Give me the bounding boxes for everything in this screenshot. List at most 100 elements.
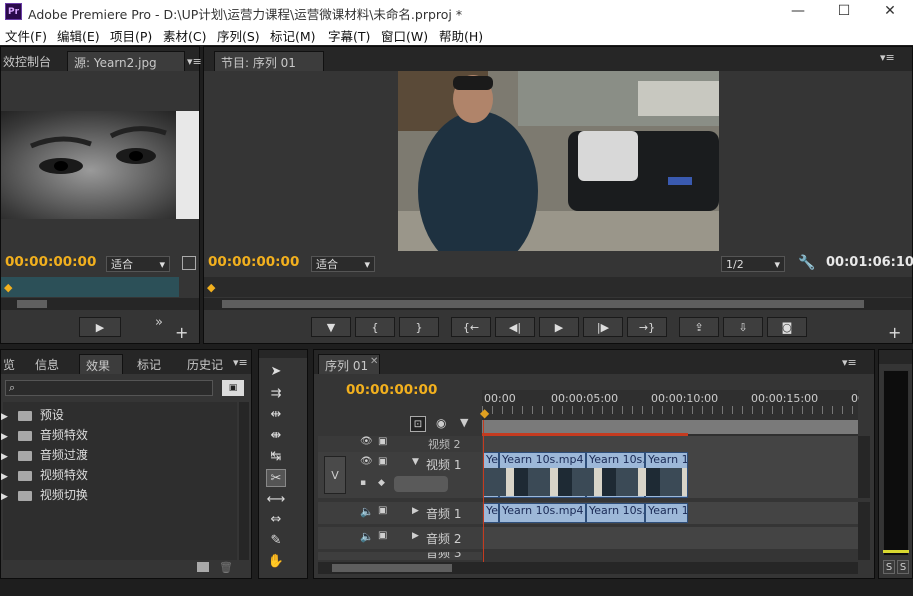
effects-scrollbar[interactable] <box>239 402 249 560</box>
delete-icon[interactable]: 🗑 <box>219 561 233 574</box>
panel-menu-icon[interactable]: ▾≡ <box>233 356 248 369</box>
audio-clip[interactable]: Yearn 10s.m <box>586 503 645 523</box>
eye-icon[interactable]: 👁 <box>360 436 373 447</box>
audio-clip[interactable]: Yearn 10s.mp4 <box>499 503 586 523</box>
source-zoom-scrollbar[interactable] <box>1 298 199 310</box>
resolution-select[interactable]: 1/2 ▾ <box>721 256 785 272</box>
playhead-icon[interactable]: ◆ <box>480 406 489 420</box>
mark-in-button[interactable]: { <box>355 317 395 337</box>
tab-info[interactable]: 信息 <box>29 354 65 374</box>
chevron-down-icon[interactable]: ▼ <box>412 457 419 467</box>
rate-stretch-tool-icon[interactable]: ↹ <box>266 447 286 465</box>
source-add-button[interactable]: + <box>175 323 188 342</box>
menu-sequence[interactable]: 序列(S) <box>217 26 260 45</box>
step-back-button[interactable]: ◀| <box>495 317 535 337</box>
work-area-bar[interactable] <box>482 420 858 434</box>
marker-icon[interactable]: ▼ <box>460 416 468 429</box>
program-timecode[interactable]: 00:00:00:00 <box>208 254 299 270</box>
menu-edit[interactable]: 编辑(E) <box>57 26 100 45</box>
menu-help[interactable]: 帮助(H) <box>439 26 483 45</box>
effects-search-input[interactable]: ⌕ <box>5 380 213 396</box>
razor-tool-icon[interactable]: ✂ <box>266 469 286 487</box>
close-tab-icon[interactable]: ✕ <box>370 356 378 367</box>
wrench-icon[interactable]: 🔧 <box>798 255 815 271</box>
menu-project[interactable]: 项目(P) <box>110 26 152 45</box>
tab-media-browser[interactable]: 览 <box>0 354 21 374</box>
source-play-button[interactable]: ▶ <box>79 317 121 337</box>
tab-source[interactable]: 源: Yearn2.jpg <box>67 51 185 71</box>
panel-menu-icon[interactable]: ▾≡ <box>842 356 857 369</box>
minimize-button[interactable]: — <box>776 1 820 21</box>
export-frame-button[interactable]: ◙ <box>767 317 807 337</box>
hand-tool-icon[interactable]: ✋ <box>266 552 286 570</box>
new-bin-icon[interactable] <box>197 562 209 572</box>
close-button[interactable]: ✕ <box>868 1 912 21</box>
program-mini-timeline[interactable] <box>204 277 912 297</box>
chevron-right-icon[interactable]: ▶ <box>412 506 419 516</box>
menu-clip[interactable]: 素材(C) <box>163 26 206 45</box>
ripple-edit-tool-icon[interactable]: ⇹ <box>266 405 286 423</box>
track-select-tool-icon[interactable]: ⇉ <box>266 384 286 402</box>
display-style-icon[interactable]: ▪ <box>360 478 366 488</box>
program-add-button[interactable]: + <box>888 323 901 342</box>
track-lane-v2[interactable] <box>482 436 858 452</box>
audio-clip[interactable]: Ye <box>483 503 499 523</box>
panel-menu-icon[interactable]: ▾≡ <box>880 51 895 64</box>
solo-left-button[interactable]: S <box>883 560 895 574</box>
source-zoom-select[interactable]: 适合 ▾ <box>106 256 170 272</box>
slide-tool-icon[interactable]: ⇔ <box>266 510 286 528</box>
tab-markers[interactable]: 标记 <box>131 354 167 374</box>
keyframe-toggle-icon[interactable]: ◆ <box>378 478 385 488</box>
timeline-horizontal-scrollbar[interactable] <box>318 562 858 574</box>
effects-item-audio-effects[interactable]: ▶ 音频特效 <box>1 426 88 443</box>
source-patch-v1[interactable]: V <box>324 456 346 494</box>
effects-item-video-transitions[interactable]: ▶ 视频切换 <box>1 486 88 503</box>
menu-window[interactable]: 窗口(W) <box>381 26 428 45</box>
eye-icon[interactable]: 👁 <box>360 456 373 467</box>
lock-icon[interactable]: ▣ <box>378 530 387 541</box>
menu-marker[interactable]: 标记(M) <box>270 26 316 45</box>
maximize-button[interactable]: ☐ <box>822 1 866 21</box>
menu-file[interactable]: 文件(F) <box>5 26 47 45</box>
menu-title[interactable]: 字幕(T) <box>328 26 370 45</box>
video-tracks-scrollbar[interactable] <box>858 436 870 498</box>
mark-out-button[interactable]: } <box>399 317 439 337</box>
extract-button[interactable]: ⇩ <box>723 317 763 337</box>
track-name-field[interactable] <box>394 476 448 492</box>
accelerated-effects-icon[interactable]: ▣ <box>222 380 244 396</box>
source-playhead-icon[interactable]: ◆ <box>4 281 12 294</box>
tab-history[interactable]: 历史记 <box>181 354 229 374</box>
audio-tracks-scrollbar[interactable] <box>858 502 870 560</box>
keyframe-icon[interactable]: ◉ <box>436 416 446 430</box>
program-zoom-scrollbar[interactable] <box>204 298 912 310</box>
effects-item-audio-transitions[interactable]: ▶ 音频过渡 <box>1 446 88 463</box>
timeline-timecode[interactable]: 00:00:00:00 <box>346 382 437 398</box>
lift-button[interactable]: ⇪ <box>679 317 719 337</box>
lock-icon[interactable]: ▣ <box>378 505 387 516</box>
add-marker-button[interactable]: ▼ <box>311 317 351 337</box>
effects-item-presets[interactable]: ▶ 预设 <box>1 406 64 423</box>
track-lane-a2[interactable] <box>482 527 858 549</box>
tab-effect-controls[interactable]: 效控制台 <box>0 51 57 71</box>
tab-program[interactable]: 节目: 序列 01 <box>214 51 324 71</box>
snap-icon[interactable]: ⊡ <box>410 416 426 432</box>
program-playhead-icon[interactable]: ◆ <box>207 281 215 294</box>
program-zoom-select[interactable]: 适合 ▾ <box>311 256 375 272</box>
go-to-out-button[interactable]: →} <box>627 317 667 337</box>
panel-menu-icon[interactable]: ▾≡ <box>187 55 202 68</box>
tab-effects[interactable]: 效果 <box>79 354 123 374</box>
chevron-right-icon[interactable]: ▶ <box>412 531 419 541</box>
effects-item-video-effects[interactable]: ▶ 视频特效 <box>1 466 88 483</box>
speaker-icon[interactable]: 🔈 <box>360 505 374 518</box>
solo-right-button[interactable]: S <box>897 560 909 574</box>
selection-tool-icon[interactable]: ➤ <box>266 362 286 380</box>
play-button[interactable]: ▶ <box>539 317 579 337</box>
more-buttons-icon[interactable]: » <box>155 315 163 330</box>
slip-tool-icon[interactable]: ⟷ <box>266 490 286 508</box>
source-timecode[interactable]: 00:00:00:00 <box>5 254 96 270</box>
rolling-edit-tool-icon[interactable]: ⇼ <box>266 426 286 444</box>
go-to-in-button[interactable]: {← <box>451 317 491 337</box>
pen-tool-icon[interactable]: ✎ <box>266 531 286 549</box>
step-forward-button[interactable]: |▶ <box>583 317 623 337</box>
lock-icon[interactable]: ▣ <box>378 456 387 467</box>
